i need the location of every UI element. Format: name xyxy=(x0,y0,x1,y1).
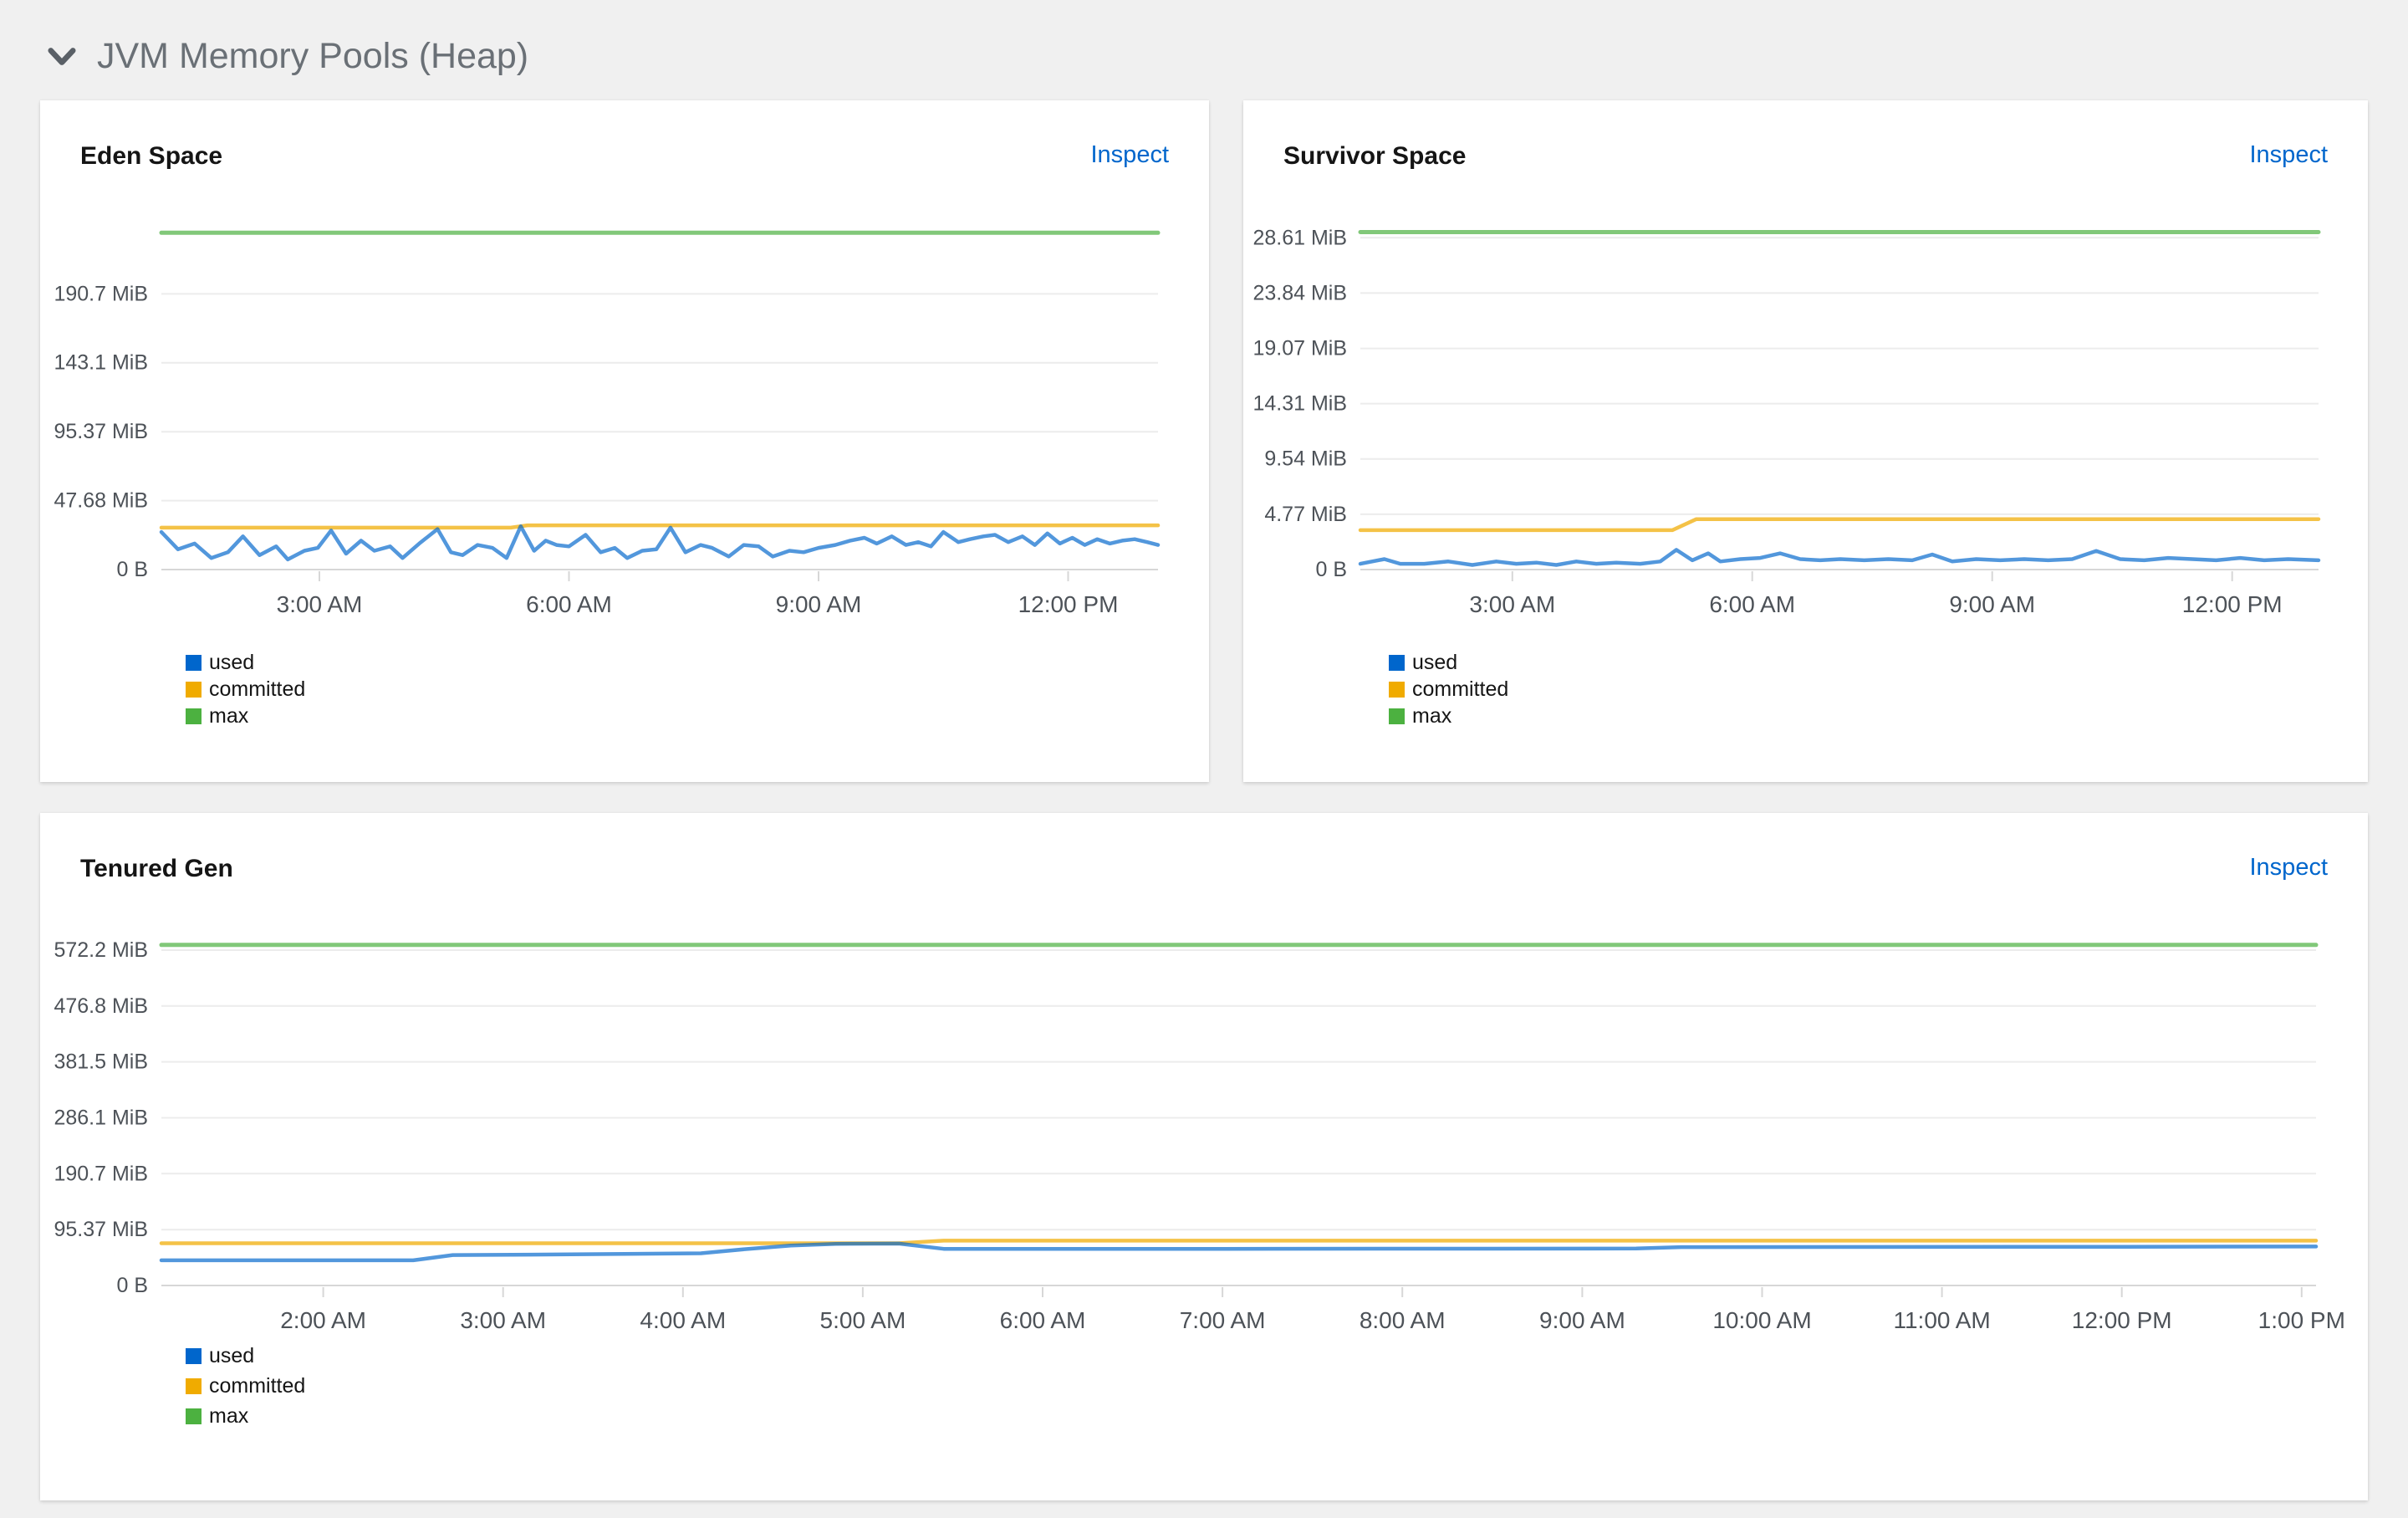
x-axis-label: 5:00 AM xyxy=(820,1307,906,1333)
x-axis-label: 10:00 AM xyxy=(1712,1307,1811,1333)
panel-title: Eden Space xyxy=(80,142,223,170)
inspect-link[interactable]: Inspect xyxy=(1091,141,1170,169)
y-axis-label: 95.37 MiB xyxy=(54,420,148,443)
panel-header: Survivor Space Inspect xyxy=(1283,141,2329,170)
y-axis-label: 4.77 MiB xyxy=(1264,503,1347,526)
legend-label: committed xyxy=(1412,677,1509,701)
panel-survivor-space: Survivor Space Inspect 0 B 4.77 MiB 9.54 M… xyxy=(1243,100,2368,782)
x-axis-label: 3:00 AM xyxy=(1469,591,1555,617)
series-line-used xyxy=(159,524,1161,562)
y-axis-label: 19.07 MiB xyxy=(1252,337,1347,360)
legend-item-max: max xyxy=(1389,705,1508,727)
y-axis-label: 0 B xyxy=(1315,558,1347,581)
chart-legend: used committed max xyxy=(186,652,305,727)
legend-label: committed xyxy=(209,677,306,701)
legend-label: max xyxy=(1412,704,1452,728)
y-axis-label: 23.84 MiB xyxy=(1252,281,1347,304)
chart-legend: used committed max xyxy=(1389,652,1508,727)
y-axis-label: 28.61 MiB xyxy=(1252,226,1347,249)
legend-label: used xyxy=(1412,651,1458,674)
legend-item-committed: committed xyxy=(186,1375,305,1397)
x-axis-label: 4:00 AM xyxy=(640,1307,726,1333)
x-axis-label: 6:00 AM xyxy=(1000,1307,1086,1333)
x-axis-label: 2:00 AM xyxy=(280,1307,366,1333)
legend-swatch-max xyxy=(186,708,202,724)
panel-tenured-gen: Tenured Gen Inspect 0 B 95.37 MiB 190.7 Mi… xyxy=(40,813,2368,1500)
panel-eden-space: Eden Space Inspect 0 B 47.68 MiB 95.37 MiB… xyxy=(40,100,1209,782)
legend-label: max xyxy=(209,704,249,728)
panel-title: Survivor Space xyxy=(1283,142,1467,170)
legend-label: used xyxy=(209,1344,255,1367)
y-axis-label: 190.7 MiB xyxy=(54,1162,148,1185)
chart-tenured-gen[interactable]: 0 B 95.37 MiB 190.7 MiB 286.1 MiB 381.5 MiB 4… xyxy=(40,813,2368,1500)
y-axis-label: 0 B xyxy=(116,1274,148,1297)
y-axis-label: 47.68 MiB xyxy=(54,489,148,513)
chart-legend: used committed max xyxy=(186,1345,305,1427)
angle-down-icon xyxy=(48,47,76,67)
x-axis-label: 9:00 AM xyxy=(1949,591,2035,617)
y-axis-label: 286.1 MiB xyxy=(54,1107,148,1130)
legend-label: committed xyxy=(209,1374,306,1398)
x-axis-label: 6:00 AM xyxy=(526,591,612,617)
x-axis-label: 12:00 PM xyxy=(2072,1307,2172,1333)
legend-item-max: max xyxy=(186,1405,305,1427)
y-axis-label: 476.8 MiB xyxy=(54,994,148,1018)
legend-swatch-committed xyxy=(1389,681,1405,698)
legend-label: max xyxy=(209,1404,249,1428)
x-axis-label: 9:00 AM xyxy=(776,591,862,617)
x-axis-label: 8:00 AM xyxy=(1360,1307,1446,1333)
series-line-committed xyxy=(1358,517,2321,533)
y-axis-label: 95.37 MiB xyxy=(54,1218,148,1241)
legend-item-committed: committed xyxy=(186,678,305,700)
section-header: JVM Memory Pools (Heap) xyxy=(47,33,528,80)
inspect-link[interactable]: Inspect xyxy=(2250,141,2329,169)
x-axis-label: 6:00 AM xyxy=(1709,591,1795,617)
x-axis-label: 3:00 AM xyxy=(460,1307,546,1333)
series-line-committed xyxy=(159,1239,2319,1245)
legend-item-max: max xyxy=(186,705,305,727)
legend-swatch-committed xyxy=(186,1377,202,1394)
y-axis-label: 381.5 MiB xyxy=(54,1050,148,1074)
x-axis-label: 11:00 AM xyxy=(1893,1307,1990,1333)
section-collapse-toggle[interactable] xyxy=(47,46,77,68)
legend-swatch-max xyxy=(186,1408,202,1424)
x-axis-label: 12:00 PM xyxy=(2182,591,2283,617)
series-line-used xyxy=(159,1241,2319,1263)
y-axis-label: 143.1 MiB xyxy=(54,351,148,375)
legend-swatch-max xyxy=(1389,708,1405,724)
panel-title: Tenured Gen xyxy=(80,855,233,882)
legend-item-used: used xyxy=(186,1345,305,1367)
legend-item-used: used xyxy=(186,652,305,673)
panel-header: Tenured Gen Inspect xyxy=(80,854,2329,882)
legend-swatch-used xyxy=(186,654,202,671)
legend-item-used: used xyxy=(1389,652,1508,673)
x-axis-label: 9:00 AM xyxy=(1539,1307,1625,1333)
x-axis-label: 7:00 AM xyxy=(1180,1307,1266,1333)
y-axis-label: 572.2 MiB xyxy=(54,938,148,962)
legend-label: used xyxy=(209,651,255,674)
y-axis-label: 14.31 MiB xyxy=(1252,392,1347,416)
y-axis-label: 190.7 MiB xyxy=(54,282,148,305)
x-axis-label: 3:00 AM xyxy=(277,591,363,617)
section-title: JVM Memory Pools (Heap) xyxy=(97,36,529,77)
legend-swatch-used xyxy=(186,1347,202,1364)
inspect-link[interactable]: Inspect xyxy=(2250,854,2329,882)
legend-item-committed: committed xyxy=(1389,678,1508,700)
y-axis-label: 9.54 MiB xyxy=(1264,447,1347,471)
series-line-committed xyxy=(159,523,1161,530)
y-axis-label: 0 B xyxy=(116,558,148,581)
series-line-used xyxy=(1358,548,2321,567)
jvm-memory-dashboard: { "section": { "title": "JVM Memory Pool… xyxy=(0,0,2408,1518)
x-axis-label: 1:00 PM xyxy=(2258,1307,2345,1333)
legend-swatch-used xyxy=(1389,654,1405,671)
legend-swatch-committed xyxy=(186,681,202,698)
panel-header: Eden Space Inspect xyxy=(80,141,1170,170)
x-axis-label: 12:00 PM xyxy=(1018,591,1119,617)
